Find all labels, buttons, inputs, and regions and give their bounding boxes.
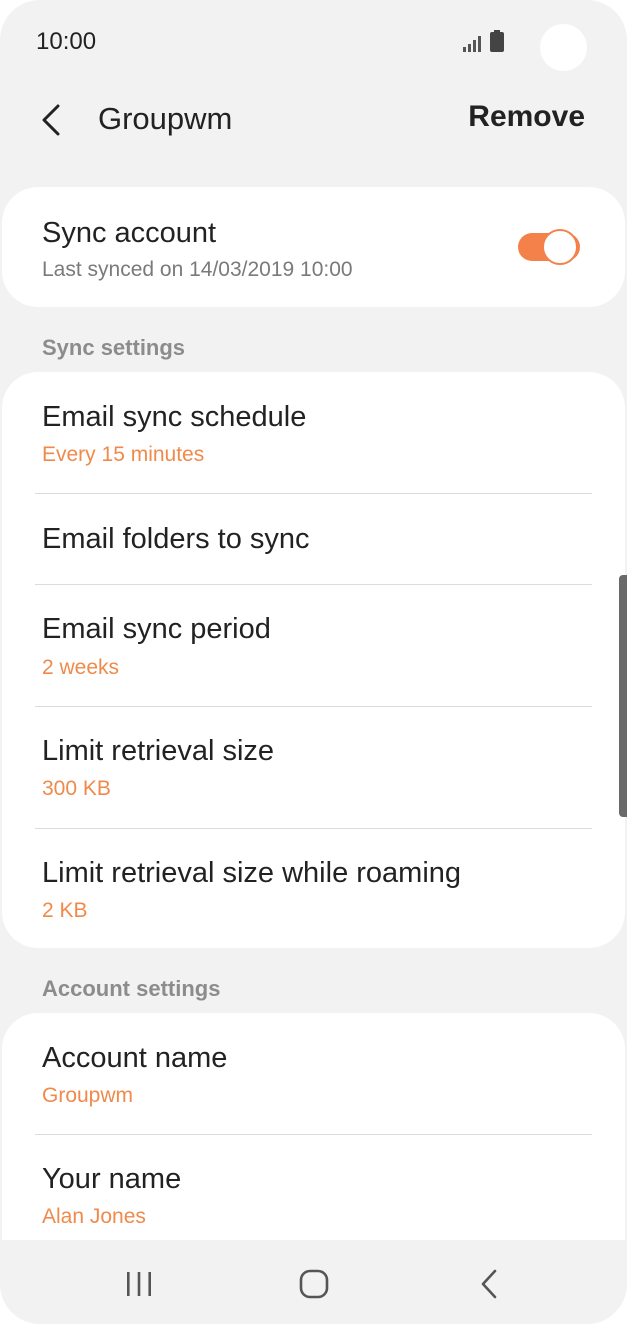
- list-item-title: Email sync period: [42, 613, 271, 645]
- page-title: Groupwm: [98, 101, 233, 136]
- phone-screen: 10:00 Groupwm Remove Sync account Last s…: [0, 0, 627, 1324]
- signal-icon: [463, 36, 481, 52]
- list-item-title: Email sync schedule: [42, 401, 307, 433]
- list-item-title: Limit retrieval size while roaming: [42, 857, 462, 889]
- list-item-value: 2 weeks: [42, 656, 120, 679]
- list-item-your-name[interactable]: Your name Alan Jones: [2, 1135, 625, 1256]
- status-bar: 10:00: [0, 0, 627, 84]
- list-item-email-sync-period[interactable]: Email sync period 2 weeks: [2, 585, 625, 706]
- battery-icon: [490, 30, 504, 52]
- list-item-email-sync-schedule[interactable]: Email sync schedule Every 15 minutes: [2, 372, 625, 493]
- list-item-value: 2 KB: [42, 899, 88, 922]
- app-header: Groupwm Remove: [0, 88, 627, 152]
- list-item-value: Groupwm: [42, 1084, 134, 1107]
- list-item-title: Email folders to sync: [42, 523, 310, 555]
- back-icon[interactable]: [468, 1262, 512, 1306]
- list-item-title: Your name: [42, 1163, 182, 1195]
- list-item-value: Every 15 minutes: [42, 443, 205, 466]
- navigation-bar: [0, 1240, 627, 1324]
- list-item-value: Alan Jones: [42, 1205, 146, 1228]
- sync-account-card: Sync account Last synced on 14/03/2019 1…: [2, 187, 625, 307]
- list-item-value: 300 KB: [42, 777, 111, 800]
- home-icon[interactable]: [292, 1262, 336, 1306]
- sync-account-toggle[interactable]: [516, 227, 582, 267]
- sync-settings-section-title: Sync settings: [42, 335, 186, 360]
- remove-button[interactable]: Remove: [468, 100, 585, 134]
- last-synced-text: Last synced on 14/03/2019 10:00: [42, 258, 353, 281]
- sync-account-row[interactable]: Sync account Last synced on 14/03/2019 1…: [2, 187, 625, 307]
- camera-cutout: [540, 24, 587, 71]
- list-item-limit-retrieval-size[interactable]: Limit retrieval size 300 KB: [2, 707, 625, 828]
- scrollbar[interactable]: [619, 575, 627, 817]
- list-item-title: Account name: [42, 1042, 228, 1074]
- list-item-account-name[interactable]: Account name Groupwm: [2, 1013, 625, 1134]
- account-settings-section-title: Account settings: [42, 976, 221, 1001]
- list-item-title: Limit retrieval size: [42, 735, 275, 767]
- sync-account-title: Sync account: [42, 217, 217, 249]
- sync-settings-card: Email sync schedule Every 15 minutes Ema…: [2, 372, 625, 948]
- recent-apps-icon[interactable]: [117, 1262, 161, 1306]
- account-settings-card: Account name Groupwm Your name Alan Jone…: [2, 1013, 625, 1273]
- toggle-knob: [542, 229, 578, 265]
- list-item-limit-retrieval-size-roaming[interactable]: Limit retrieval size while roaming 2 KB: [2, 829, 625, 948]
- list-item-email-folders-to-sync[interactable]: Email folders to sync: [2, 494, 625, 584]
- status-time: 10:00: [36, 28, 97, 55]
- chevron-left-icon[interactable]: [36, 100, 76, 140]
